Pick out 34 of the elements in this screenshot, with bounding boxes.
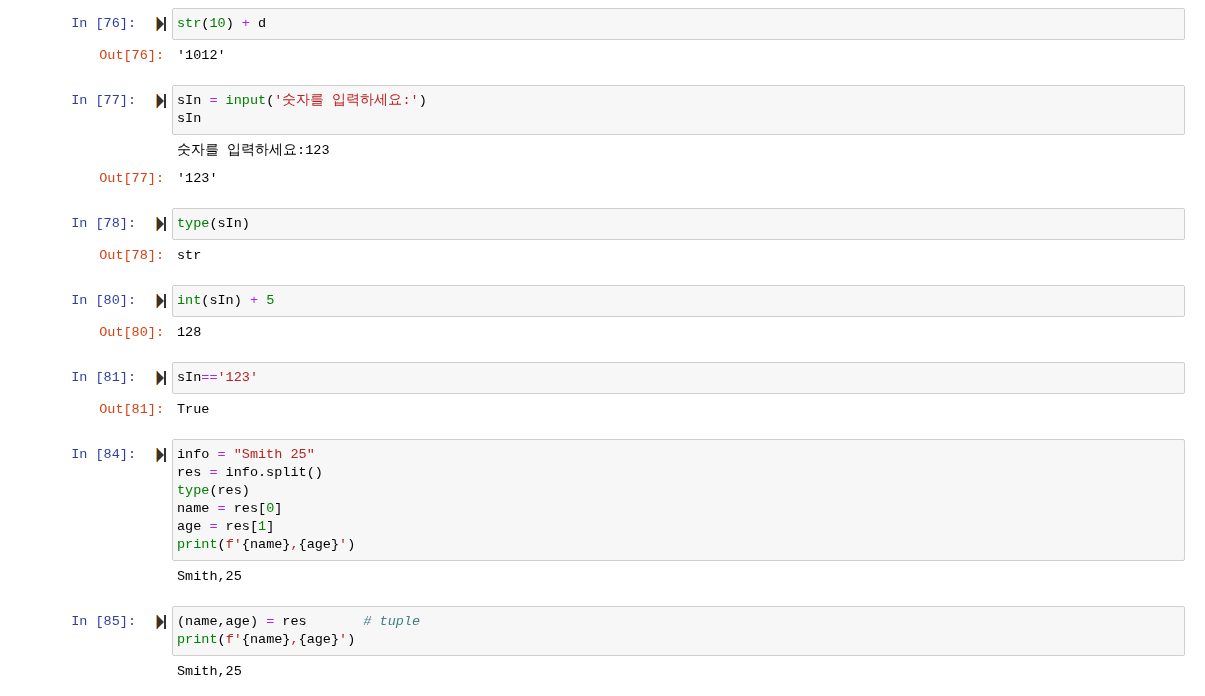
- input-prompt: In [77]:: [71, 92, 136, 110]
- input-prompt: In [80]:: [71, 292, 136, 310]
- stream-output: Smith,25: [176, 663, 242, 681]
- code-cell[interactable]: type(sIn): [172, 208, 1185, 240]
- run-icon[interactable]: [156, 615, 166, 629]
- input-prompt: In [85]:: [71, 613, 136, 631]
- input-prompt: In [84]:: [71, 446, 136, 464]
- result-output: True: [176, 401, 210, 419]
- output-prompt: Out[81]:: [99, 401, 164, 419]
- code-cell[interactable]: sIn=='123': [172, 362, 1185, 394]
- run-icon[interactable]: [156, 94, 166, 108]
- code-cell[interactable]: (name,age) = res # tuple print(f'{name},{age}'): [172, 606, 1185, 656]
- output-prompt: Out[80]:: [99, 324, 164, 342]
- output-prompt: Out[78]:: [99, 247, 164, 265]
- output-prompt: Out[76]:: [99, 47, 164, 65]
- input-prompt: In [78]:: [71, 215, 136, 233]
- run-icon[interactable]: [156, 294, 166, 308]
- output-prompt: Out[77]:: [99, 170, 164, 188]
- run-icon[interactable]: [156, 17, 166, 31]
- input-prompt: In [81]:: [71, 369, 136, 387]
- run-icon[interactable]: [156, 448, 166, 462]
- run-icon[interactable]: [156, 217, 166, 231]
- stream-output: Smith,25: [176, 568, 242, 586]
- code-cell[interactable]: str(10) + d: [172, 8, 1185, 40]
- stream-output: 숫자를 입력하세요:123: [176, 142, 330, 160]
- result-output: str: [176, 247, 202, 265]
- result-output: '123': [176, 170, 218, 188]
- input-prompt: In [76]:: [71, 15, 136, 33]
- code-cell[interactable]: sIn = input('숫자를 입력하세요:') sIn: [172, 85, 1185, 135]
- code-cell[interactable]: info = "Smith 25" res = info.split() type(res) name = res[0] age = res[1] print(f'{name},{age}'): [172, 439, 1185, 561]
- result-output: '1012': [176, 47, 226, 65]
- run-icon[interactable]: [156, 371, 166, 385]
- result-output: 128: [176, 324, 202, 342]
- code-cell[interactable]: int(sIn) + 5: [172, 285, 1185, 317]
